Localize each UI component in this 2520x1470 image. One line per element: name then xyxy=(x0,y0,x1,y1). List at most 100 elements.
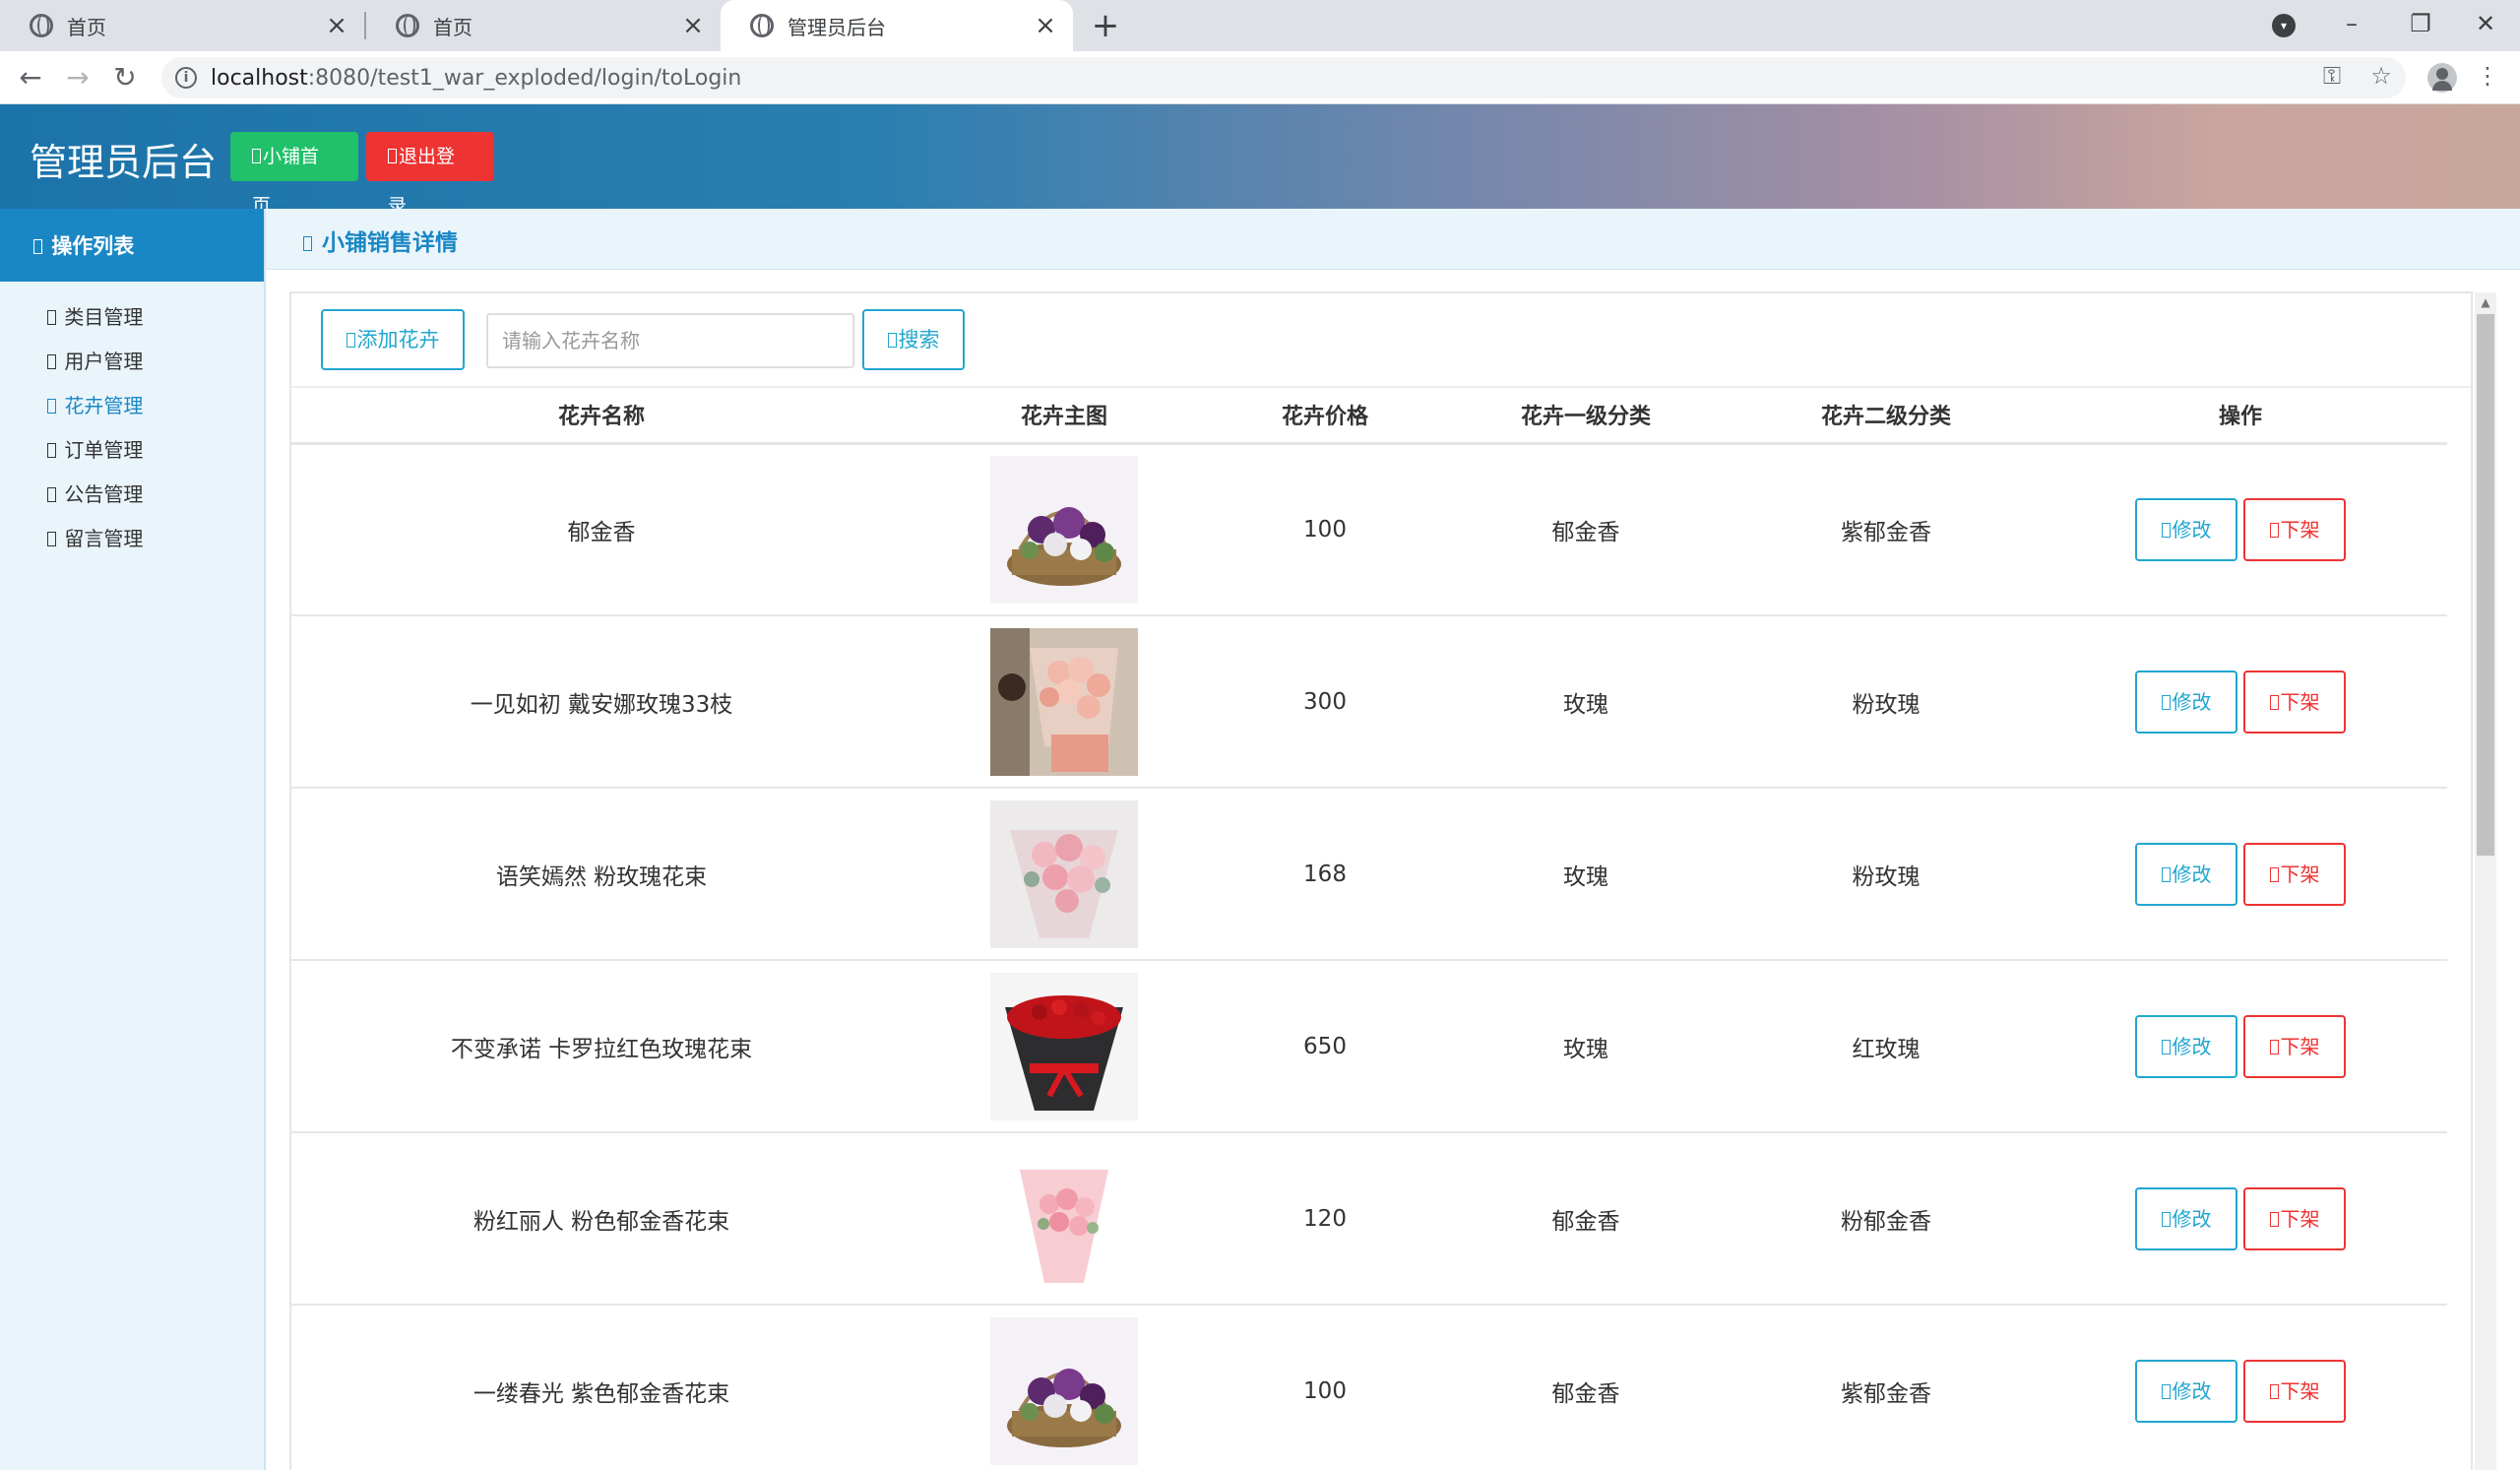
close-icon[interactable]: × xyxy=(1032,12,1059,39)
minimize-icon[interactable]: – xyxy=(2317,0,2386,51)
edit-button[interactable]: 修改 xyxy=(2135,497,2237,561)
info-icon[interactable]: i xyxy=(175,67,197,89)
take-down-button[interactable]: 下架 xyxy=(2243,670,2346,734)
edit-icon xyxy=(2161,522,2171,538)
tab-search-chevron-icon[interactable]: ▾ xyxy=(2272,14,2296,37)
restore-icon[interactable]: ❐ xyxy=(2386,0,2455,51)
add-flower-button[interactable]: 添加花卉 xyxy=(321,309,465,370)
profile-avatar-icon[interactable] xyxy=(2427,63,2457,93)
take-down-button[interactable]: 下架 xyxy=(2243,1186,2346,1250)
take-down-icon xyxy=(2269,1211,2279,1227)
take-down-button[interactable]: 下架 xyxy=(2243,842,2346,906)
edit-icon xyxy=(2161,1383,2171,1399)
page-scrollbar[interactable]: ▲ xyxy=(2475,292,2496,1470)
add-flower-label: 添加花卉 xyxy=(356,328,440,352)
flower-image-cell xyxy=(912,1132,1217,1306)
browser-tab[interactable]: 首页 × xyxy=(0,0,364,51)
logout-button[interactable]: 退出登录 xyxy=(366,132,494,217)
flower-category2-cell: 粉玫瑰 xyxy=(1738,788,2034,961)
browser-tab[interactable]: 首页 × xyxy=(366,0,721,51)
search-label: 搜索 xyxy=(898,328,940,352)
table-row: 语笑嫣然 粉玫瑰花束 168 玫瑰 粉玫瑰 修改 下架 xyxy=(291,788,2447,961)
window-close-icon[interactable]: ✕ xyxy=(2451,0,2520,51)
table-row: 郁金香 100 郁金香 紫郁金香 修改 下架 xyxy=(291,443,2447,616)
flower-name-cell: 一缕春光 紫色郁金香花束 xyxy=(291,1305,912,1470)
take-down-label: 下架 xyxy=(2280,1034,2320,1058)
shop-home-button[interactable]: 小铺首页 xyxy=(230,132,358,217)
flower-name-cell: 语笑嫣然 粉玫瑰花束 xyxy=(291,788,912,961)
take-down-label: 下架 xyxy=(2280,689,2320,714)
star-icon[interactable]: ☆ xyxy=(2366,61,2396,91)
sidebar-item-orders[interactable]: 订单管理 xyxy=(0,428,264,473)
actions-cell: 修改 下架 xyxy=(2034,1132,2447,1306)
main-content: 小铺销售详情 添加花卉 搜索 花卉名称 花卉主图 花卉价格 花卉一级分类 花卉二… xyxy=(266,209,2520,1470)
search-button[interactable]: 搜索 xyxy=(862,309,965,370)
edit-button[interactable]: 修改 xyxy=(2135,1186,2237,1250)
take-down-button[interactable]: 下架 xyxy=(2243,1014,2346,1078)
take-down-label: 下架 xyxy=(2280,517,2320,542)
home-icon xyxy=(252,149,261,163)
breadcrumb-icon xyxy=(303,236,312,251)
flower-price-cell: 650 xyxy=(1217,960,1433,1133)
close-icon[interactable]: × xyxy=(323,12,350,39)
take-down-button[interactable]: 下架 xyxy=(2243,497,2346,561)
globe-icon xyxy=(750,14,774,37)
take-down-label: 下架 xyxy=(2280,1206,2320,1231)
flower-category1-cell: 玫瑰 xyxy=(1433,960,1738,1133)
sidebar-item-label: 订单管理 xyxy=(64,438,144,462)
sidebar-item-category[interactable]: 类目管理 xyxy=(0,295,264,340)
sidebar-item-messages[interactable]: 留言管理 xyxy=(0,517,264,561)
new-tab-plus-icon[interactable]: + xyxy=(1088,8,1123,43)
flower-price-cell: 100 xyxy=(1217,1305,1433,1470)
back-arrow-icon[interactable]: ← xyxy=(14,61,47,95)
flower-name-search-input[interactable] xyxy=(486,313,854,368)
edit-label: 修改 xyxy=(2172,1034,2212,1058)
column-header: 花卉价格 xyxy=(1217,388,1433,445)
flower-image-cell xyxy=(912,1305,1217,1470)
actions-cell: 修改 下架 xyxy=(2034,788,2447,961)
flower-thumbnail-image xyxy=(990,972,1138,1120)
actions-cell: 修改 下架 xyxy=(2034,443,2447,616)
browser-toolbar: ← → ↻ i localhost:8080/test1_war_explode… xyxy=(0,51,2520,104)
address-bar[interactable]: i localhost:8080/test1_war_exploded/logi… xyxy=(161,57,2406,98)
browser-tab-title: 首页 xyxy=(433,15,472,39)
menu-dots-icon[interactable]: ⋮ xyxy=(2473,61,2502,91)
edit-button[interactable]: 修改 xyxy=(2135,842,2237,906)
table-row: 不变承诺 卡罗拉红色玫瑰花束 650 玫瑰 红玫瑰 修改 下架 xyxy=(291,960,2447,1133)
close-icon[interactable]: × xyxy=(679,12,707,39)
flower-thumbnail-image xyxy=(990,1144,1138,1293)
edit-button[interactable]: 修改 xyxy=(2135,670,2237,734)
scroll-up-arrow-icon[interactable]: ▲ xyxy=(2475,292,2496,312)
sidebar-item-notices[interactable]: 公告管理 xyxy=(0,473,264,517)
browser-tab-active[interactable]: 管理员后台 × xyxy=(721,0,1073,51)
menu-item-icon xyxy=(47,354,56,369)
sidebar-heading-label: 操作列表 xyxy=(51,234,135,258)
sidebar-item-flowers[interactable]: 花卉管理 xyxy=(0,384,264,428)
browser-tab-title: 首页 xyxy=(67,15,106,39)
take-down-button[interactable]: 下架 xyxy=(2243,1359,2346,1423)
edit-label: 修改 xyxy=(2172,689,2212,714)
sidebar: 操作列表 类目管理 用户管理 花卉管理 订单管理 公告管理 留言管理 xyxy=(0,209,266,1470)
page-title: 小铺销售详情 xyxy=(322,230,459,256)
column-header: 操作 xyxy=(2034,388,2447,445)
take-down-icon xyxy=(2269,522,2279,538)
flower-category1-cell: 郁金香 xyxy=(1433,443,1738,616)
edit-button[interactable]: 修改 xyxy=(2135,1359,2237,1423)
take-down-icon xyxy=(2269,1383,2279,1399)
sidebar-item-label: 公告管理 xyxy=(64,482,144,506)
reload-icon[interactable]: ↻ xyxy=(108,61,142,95)
edit-button[interactable]: 修改 xyxy=(2135,1014,2237,1078)
menu-item-icon xyxy=(47,399,56,414)
shop-home-label: 小铺首页 xyxy=(252,146,320,217)
flower-name-cell: 一见如初 戴安娜玫瑰33枝 xyxy=(291,615,912,789)
flower-category2-cell: 紫郁金香 xyxy=(1738,443,2034,616)
app-title: 管理员后台 xyxy=(30,141,218,184)
key-icon[interactable]: ⚿ xyxy=(2317,61,2347,91)
actions-cell: 修改 下架 xyxy=(2034,1305,2447,1470)
forward-arrow-icon[interactable]: → xyxy=(61,61,94,95)
flower-price-cell: 120 xyxy=(1217,1132,1433,1306)
scrollbar-thumb[interactable] xyxy=(2477,314,2494,856)
column-header: 花卉二级分类 xyxy=(1738,388,2034,445)
take-down-label: 下架 xyxy=(2280,862,2320,886)
sidebar-item-users[interactable]: 用户管理 xyxy=(0,340,264,384)
